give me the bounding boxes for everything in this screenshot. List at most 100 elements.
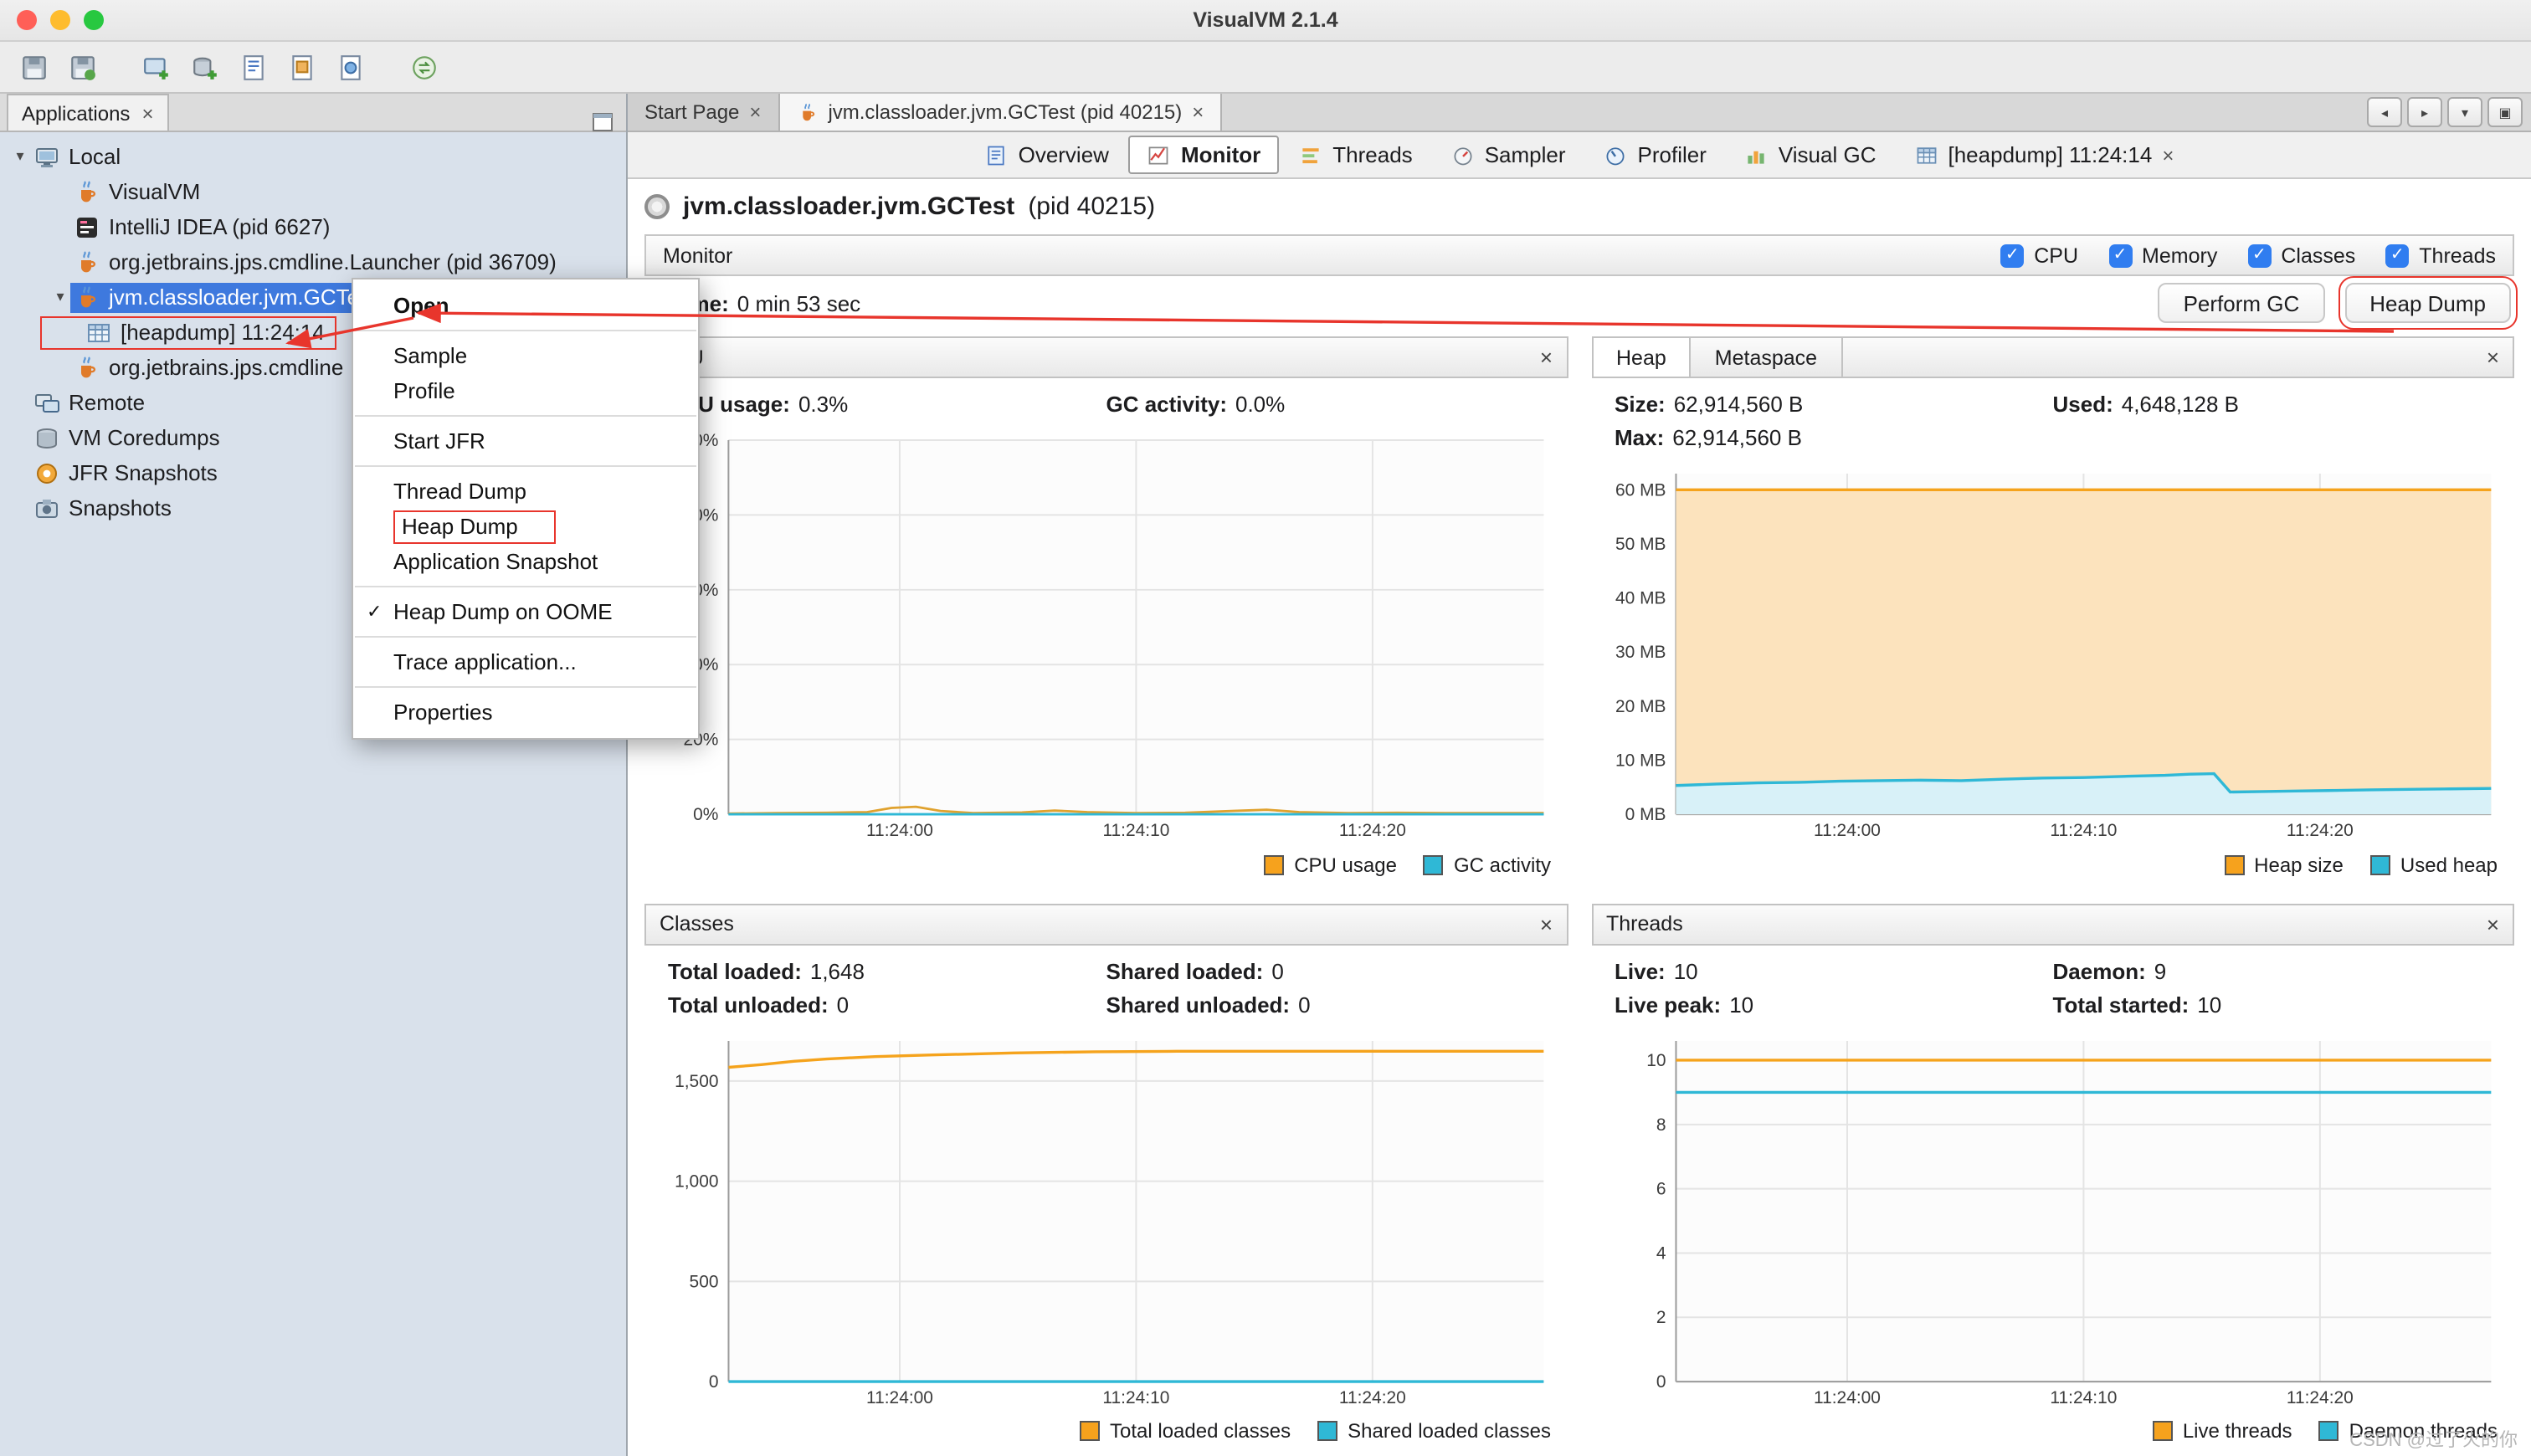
add-coredump-icon[interactable] [184, 49, 224, 85]
legend-item: CPU usage [1264, 853, 1397, 876]
close-icon[interactable]: × [2487, 345, 2499, 370]
tab-label: Monitor [1181, 142, 1260, 167]
stat-label: Daemon: [2053, 958, 2146, 983]
load-snapshot-icon[interactable] [13, 49, 54, 85]
tree-item-intellij[interactable]: IntelliJ IDEA (pid 6627) [0, 209, 626, 244]
stat-label: Shared loaded: [1106, 958, 1264, 983]
cpu-chart: 0%20%40%60%80%100%11:24:0011:24:1011:24:… [644, 420, 1568, 846]
classes-panel-header: Classes × [644, 903, 1568, 945]
close-icon[interactable]: × [2487, 911, 2499, 936]
menu-item-trace-application[interactable]: Trace application... [353, 644, 698, 679]
stat-value: 0 [1298, 992, 1310, 1017]
tab-gctest-document[interactable]: jvm.classloader.jvm.GCTest (pid 40215) × [779, 94, 1222, 131]
menu-item-sample[interactable]: Sample [353, 338, 698, 373]
save-snapshot-icon[interactable] [62, 49, 102, 85]
tree-item-local[interactable]: ▾ Local [0, 139, 626, 174]
thread-dump-icon[interactable] [233, 49, 273, 85]
cpu-panel: CPU × CPU usage:0.3% GC activity:0.0% 0%… [644, 336, 1568, 883]
svg-text:10 MB: 10 MB [1615, 751, 1666, 770]
minimize-window-button[interactable] [50, 10, 70, 30]
menu-item-heap-dump[interactable]: Heap Dump [353, 509, 698, 544]
tab-list-dropdown-icon[interactable]: ▾ [2447, 97, 2482, 127]
expander-icon[interactable]: ▾ [10, 147, 30, 166]
menu-item-heap-dump-on-oome[interactable]: ✓Heap Dump on OOME [353, 594, 698, 629]
legend-label: Heap size [2254, 853, 2344, 876]
legend-item: Heap size [2224, 853, 2344, 876]
stat-label: Max: [1615, 425, 1664, 450]
menu-item-thread-dump[interactable]: Thread Dump [353, 474, 698, 509]
tab-profiler[interactable]: Profiler [1586, 136, 1725, 174]
document-tabbar: Start Page × jvm.classloader.jvm.GCTest … [628, 94, 2531, 132]
tab-sampler[interactable]: Sampler [1433, 136, 1584, 174]
tree-item-launcher[interactable]: org.jetbrains.jps.cmdline.Launcher (pid … [0, 244, 626, 279]
menu-item-properties[interactable]: Properties [353, 695, 698, 730]
application-name: jvm.classloader.jvm.GCTest [683, 192, 1014, 221]
legend-label: Daemon threads [2349, 1419, 2498, 1443]
zoom-window-button[interactable] [84, 10, 104, 30]
close-icon[interactable]: × [749, 102, 761, 122]
coredump-icon [33, 424, 60, 451]
maximize-view-icon[interactable]: ▣ [2487, 97, 2523, 127]
computer-icon [33, 143, 60, 170]
menu-item-profile[interactable]: Profile [353, 373, 698, 408]
checkbox-checked-icon: ✓ [2000, 244, 2024, 267]
stat-value: 9 [2154, 958, 2166, 983]
close-icon[interactable]: × [1540, 345, 1553, 370]
tab-threads[interactable]: Threads [1281, 136, 1430, 174]
expander-icon[interactable]: ▾ [50, 288, 70, 306]
svg-text:11:24:20: 11:24:20 [2286, 821, 2353, 840]
snapshot-icon[interactable] [330, 49, 370, 85]
tab-overview[interactable]: Overview [967, 136, 1127, 174]
scroll-tabs-right-icon[interactable]: ▸ [2407, 97, 2442, 127]
context-menu: Open Sample Profile Start JFR Thread Dum… [352, 278, 700, 740]
close-icon[interactable]: × [2162, 145, 2174, 165]
tab-metaspace[interactable]: Metaspace [1692, 338, 1842, 377]
tab-visual-gc[interactable]: Visual GC [1727, 136, 1895, 174]
tab-monitor[interactable]: Monitor [1129, 136, 1279, 174]
monitor-section-bar: Monitor ✓CPU ✓Memory ✓Classes ✓Threads [644, 234, 2514, 276]
float-window-icon[interactable] [589, 109, 616, 131]
add-application-icon[interactable] [136, 49, 176, 85]
stat-value: 10 [2197, 992, 2221, 1017]
legend-item: Used heap [2370, 853, 2498, 876]
heap-chart: 0 MB10 MB20 MB30 MB40 MB50 MB60 MB11:24:… [1591, 454, 2514, 846]
svg-text:11:24:10: 11:24:10 [2049, 1387, 2116, 1407]
heapdump-icon [1915, 143, 1938, 167]
heap-dump-button[interactable]: Heap Dump [2344, 283, 2511, 323]
uptime-row: Uptime: 0 min 53 sec Perform GC Heap Dum… [644, 276, 2514, 330]
checkbox-classes[interactable]: ✓Classes [2247, 244, 2355, 267]
tab-start-page[interactable]: Start Page × [628, 94, 779, 131]
cpu-stats: CPU usage:0.3% GC activity:0.0% [644, 378, 1568, 420]
tab-heapdump-view[interactable]: [heapdump] 11:24:14 × [1897, 136, 2193, 174]
close-icon[interactable]: × [1192, 102, 1204, 122]
close-window-button[interactable] [17, 10, 37, 30]
heap-dump-icon[interactable] [281, 49, 321, 85]
perform-gc-button[interactable]: Perform GC [2159, 283, 2325, 323]
checkbox-memory[interactable]: ✓Memory [2108, 244, 2217, 267]
tree-item-visualvm[interactable]: VisualVM [0, 174, 626, 209]
tab-label: Overview [1019, 142, 1109, 167]
checkbox-threads[interactable]: ✓Threads [2385, 244, 2496, 267]
application-header: jvm.classloader.jvm.GCTest (pid 40215) [644, 192, 2514, 221]
close-icon[interactable]: × [141, 103, 153, 123]
menu-item-open[interactable]: Open [353, 288, 698, 323]
checkbox-cpu[interactable]: ✓CPU [2000, 244, 2078, 267]
tree-item-label: Remote [69, 390, 145, 415]
visual-gc-icon [1745, 143, 1769, 167]
stat-value: 0.3% [798, 392, 848, 417]
svg-text:11:24:00: 11:24:00 [1813, 821, 1880, 840]
checkbox-label: Classes [2281, 244, 2355, 267]
tab-applications[interactable]: Applications × [7, 94, 168, 131]
tab-heap[interactable]: Heap [1593, 338, 1692, 377]
compare-snapshots-icon[interactable] [403, 49, 444, 85]
checkbox-checked-icon: ✓ [2385, 244, 2409, 267]
scroll-tabs-left-icon[interactable]: ◂ [2367, 97, 2402, 127]
svg-text:11:24:00: 11:24:00 [866, 1387, 933, 1407]
menu-separator [355, 636, 696, 638]
menu-item-application-snapshot[interactable]: Application Snapshot [353, 544, 698, 579]
legend-swatch [1317, 1421, 1337, 1441]
menu-item-start-jfr[interactable]: Start JFR [353, 423, 698, 459]
close-icon[interactable]: × [1540, 911, 1553, 936]
stat-label: Total unloaded: [668, 992, 829, 1017]
threads-stats: Live:10 Daemon:9 Live peak:10 Total star… [1591, 945, 2514, 1020]
